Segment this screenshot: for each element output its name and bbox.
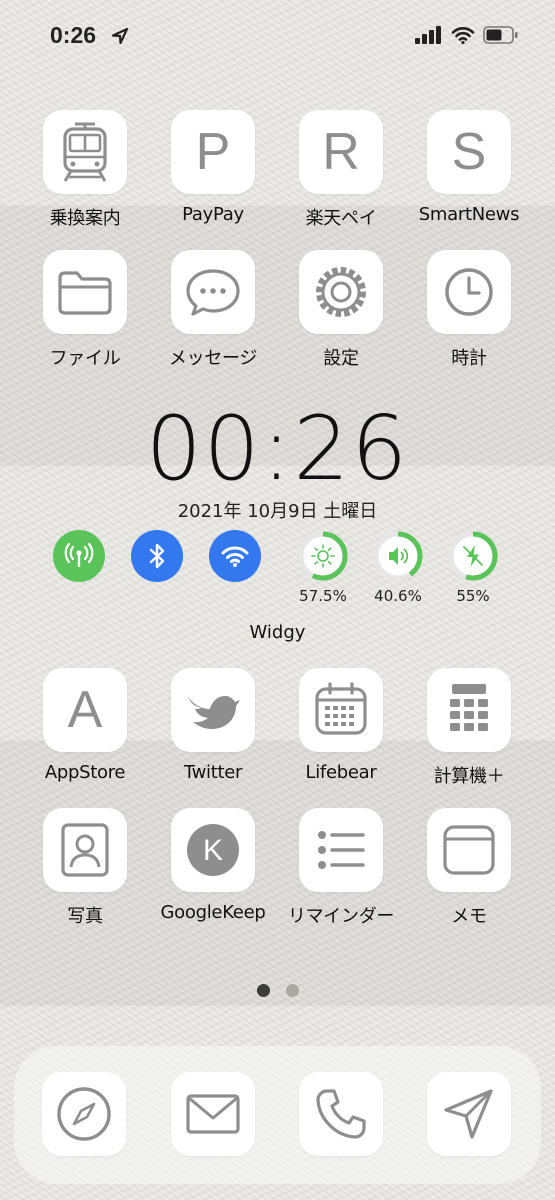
status-time: 0:26 bbox=[50, 22, 97, 48]
notes-icon bbox=[443, 825, 495, 875]
app-reminders[interactable]: リマインダー bbox=[277, 808, 405, 928]
app-label: 計算機＋ bbox=[433, 766, 505, 787]
app-icon bbox=[299, 808, 383, 892]
app-icon: R bbox=[299, 110, 383, 194]
smartnews-s-icon: S bbox=[451, 123, 487, 181]
antenna-icon bbox=[64, 542, 94, 567]
paypay-p-icon: P bbox=[195, 123, 231, 181]
bluetooth-toggle[interactable] bbox=[131, 530, 183, 582]
widget-name-label: Widgy bbox=[249, 622, 306, 643]
app-icon bbox=[299, 250, 383, 334]
app-messages[interactable]: メッセージ bbox=[149, 250, 277, 370]
calculator-icon bbox=[450, 684, 488, 731]
wifi-icon bbox=[221, 546, 249, 567]
status-bar: 0:26 bbox=[0, 0, 555, 70]
list-icon bbox=[318, 831, 365, 869]
volume-ring bbox=[373, 531, 423, 581]
wifi-icon bbox=[451, 27, 475, 44]
appstore-a-icon: A bbox=[67, 681, 103, 739]
bird-icon bbox=[188, 696, 240, 729]
app-appstore[interactable]: A AppStore bbox=[21, 668, 149, 783]
message-bubble-icon bbox=[186, 269, 240, 316]
app-icon bbox=[43, 250, 127, 334]
app-label: Lifebear bbox=[305, 762, 377, 783]
dock bbox=[14, 1046, 541, 1184]
app-label: リマインダー bbox=[287, 906, 395, 927]
battery-icon bbox=[483, 26, 518, 44]
app-label: 楽天ペイ bbox=[305, 208, 377, 229]
app-paypay[interactable]: P PayPay bbox=[149, 110, 277, 225]
cellular-toggle[interactable] bbox=[53, 530, 105, 582]
app-icon: P bbox=[171, 110, 255, 194]
app-label: 時計 bbox=[451, 348, 487, 369]
dock-phone[interactable] bbox=[299, 1072, 383, 1156]
status-indicators bbox=[415, 26, 519, 44]
widget-clock: 00:26 bbox=[145, 397, 410, 500]
app-settings[interactable]: 設定 bbox=[277, 250, 405, 370]
app-icon bbox=[171, 250, 255, 334]
k-circle-icon: K bbox=[187, 824, 239, 876]
brightness-value: 57.5% bbox=[299, 587, 347, 605]
brightness-ring bbox=[298, 531, 348, 581]
calendar-icon bbox=[315, 682, 367, 735]
app-twitter[interactable]: Twitter bbox=[149, 668, 277, 783]
app-icon bbox=[299, 668, 383, 752]
app-icon: A bbox=[43, 668, 127, 752]
dock-send[interactable] bbox=[427, 1072, 511, 1156]
app-calculator[interactable]: 計算機＋ bbox=[405, 668, 533, 788]
svg-text:K: K bbox=[203, 834, 223, 867]
app-icon bbox=[43, 808, 127, 892]
app-label: Twitter bbox=[183, 762, 243, 783]
app-googlekeep[interactable]: K GoogleKeep bbox=[149, 808, 277, 923]
app-label: メモ bbox=[451, 906, 487, 927]
page-dot[interactable] bbox=[285, 984, 299, 997]
portrait-icon bbox=[61, 823, 109, 877]
app-label: SmartNews bbox=[418, 204, 520, 225]
app-label: 乗換案内 bbox=[49, 208, 121, 229]
clock-icon bbox=[445, 268, 493, 316]
app-norikae[interactable]: 乗換案内 bbox=[21, 110, 149, 230]
app-photos[interactable]: 写真 bbox=[21, 808, 149, 928]
app-clock[interactable]: 時計 bbox=[405, 250, 533, 370]
battery-ring bbox=[448, 531, 498, 581]
app-icon: S bbox=[427, 110, 511, 194]
page-dot-current[interactable] bbox=[256, 984, 270, 997]
app-label: PayPay bbox=[182, 204, 244, 225]
battery-value: 55% bbox=[456, 587, 490, 605]
cellular-signal-icon bbox=[415, 26, 441, 44]
dock-mail[interactable] bbox=[171, 1072, 255, 1156]
app-files[interactable]: ファイル bbox=[21, 250, 149, 370]
train-icon bbox=[63, 122, 107, 182]
app-icon bbox=[427, 250, 511, 334]
app-icon bbox=[171, 668, 255, 752]
widget-date: 2021年 10月9日 土曜日 bbox=[177, 501, 378, 522]
app-label: メッセージ bbox=[168, 348, 258, 369]
app-label: ファイル bbox=[49, 348, 121, 369]
dock-safari[interactable] bbox=[42, 1072, 126, 1156]
app-icon: K bbox=[171, 808, 255, 892]
app-icon bbox=[43, 110, 127, 194]
app-icon bbox=[427, 808, 511, 892]
app-smartnews[interactable]: S SmartNews bbox=[405, 110, 533, 225]
app-notes[interactable]: メモ bbox=[405, 808, 533, 928]
gear-icon bbox=[316, 267, 366, 317]
folder-icon bbox=[58, 271, 112, 315]
app-label: 設定 bbox=[323, 348, 359, 369]
app-icon bbox=[427, 668, 511, 752]
mail-icon bbox=[186, 1094, 240, 1134]
app-label: 写真 bbox=[67, 906, 103, 927]
page-indicator[interactable] bbox=[0, 984, 555, 997]
app-label: GoogleKeep bbox=[160, 902, 266, 923]
wifi-toggle[interactable] bbox=[209, 530, 261, 582]
phone-icon bbox=[316, 1089, 366, 1139]
app-lifebear[interactable]: Lifebear bbox=[277, 668, 405, 783]
send-icon bbox=[444, 1089, 493, 1139]
location-arrow-icon bbox=[111, 27, 129, 45]
compass-icon bbox=[57, 1087, 111, 1141]
rakuten-r-icon: R bbox=[322, 123, 360, 181]
app-label: AppStore bbox=[44, 762, 126, 783]
app-rakutenpay[interactable]: R 楽天ペイ bbox=[277, 110, 405, 230]
bluetooth-icon bbox=[149, 543, 165, 569]
volume-value: 40.6% bbox=[374, 587, 422, 605]
